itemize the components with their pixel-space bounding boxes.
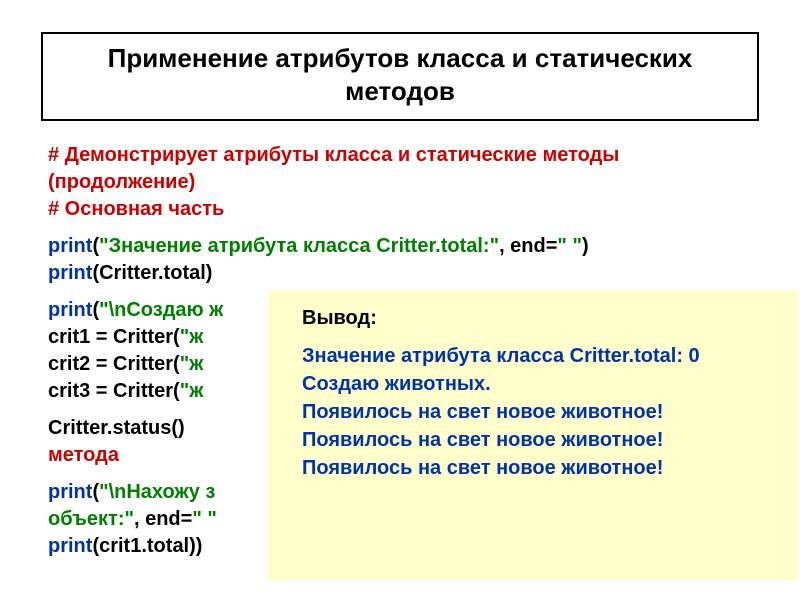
string-literal: "\nНахожу з bbox=[99, 481, 215, 503]
output-line: Появилось на свет новое животное! bbox=[302, 426, 778, 454]
slide-title-box: Применение атрибутов класса и статически… bbox=[41, 32, 759, 121]
string-literal: "\nСоздаю ж bbox=[99, 299, 223, 321]
comment-line-2: # Основная часть bbox=[48, 198, 224, 220]
comment-line-1: # Демонстрирует атрибуты класса и статич… bbox=[48, 144, 619, 193]
code-text: , end= bbox=[134, 508, 192, 530]
output-panel: Вывод: Значение атрибута класса Critter.… bbox=[268, 290, 798, 580]
code-text: , end= bbox=[499, 235, 557, 257]
slide-title: Применение атрибутов класса и статически… bbox=[63, 42, 737, 107]
code-text: crit1 = Critter( bbox=[48, 326, 180, 348]
print-keyword: print bbox=[48, 235, 92, 257]
code-text: Critter.status() bbox=[48, 417, 185, 439]
code-text: (Critter.total) bbox=[92, 262, 212, 284]
string-literal: "ж bbox=[180, 380, 204, 402]
code-word-metoda: метода bbox=[48, 444, 119, 466]
output-line: Создаю животных. bbox=[302, 370, 778, 398]
string-literal: "Значение атрибута класса Critter.total:… bbox=[99, 235, 499, 257]
print-keyword: print bbox=[48, 535, 92, 557]
code-comment-block: # Демонстрирует атрибуты класса и статич… bbox=[48, 142, 752, 223]
output-line: Появилось на свет новое животное! bbox=[302, 454, 778, 482]
output-line: Значение атрибута класса Critter.total: … bbox=[302, 342, 778, 370]
code-text: (crit1.total)) bbox=[92, 535, 202, 557]
string-literal: "ж bbox=[180, 353, 204, 375]
output-line: Появилось на свет новое животное! bbox=[302, 398, 778, 426]
output-heading: Вывод: bbox=[302, 304, 778, 332]
string-literal: " " bbox=[192, 508, 217, 530]
string-literal: "ж bbox=[180, 326, 204, 348]
print-keyword: print bbox=[48, 481, 92, 503]
print-keyword: print bbox=[48, 299, 92, 321]
string-literal: " " bbox=[557, 235, 582, 257]
code-text: crit3 = Critter( bbox=[48, 380, 180, 402]
string-literal: объект:" bbox=[48, 508, 134, 530]
code-text: crit2 = Critter( bbox=[48, 353, 180, 375]
print-keyword: print bbox=[48, 262, 92, 284]
paren-close: ) bbox=[582, 235, 589, 257]
code-print-block-1: print("Значение атрибута класса Critter.… bbox=[48, 233, 752, 287]
